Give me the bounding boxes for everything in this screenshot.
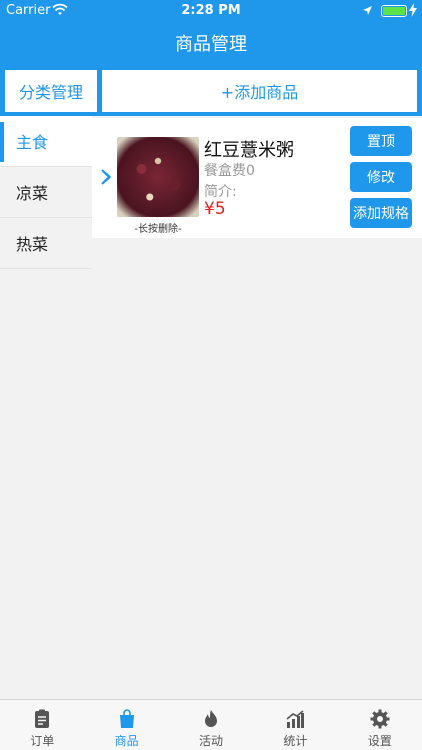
- sidebar-item-staple[interactable]: 主食: [0, 116, 92, 167]
- image-caption: -长按删除-: [134, 224, 182, 235]
- product-description: 简介:: [204, 184, 237, 200]
- product-image[interactable]: [117, 137, 199, 217]
- tab-label: 商品: [114, 734, 139, 748]
- page-title: 商品管理: [175, 34, 247, 55]
- battery-icon: [381, 5, 407, 17]
- category-manage-button[interactable]: 分类管理: [5, 70, 97, 112]
- tab-label: 设置: [367, 734, 392, 748]
- shopping-bag-icon: [119, 709, 134, 728]
- box-fee: 餐盒费0: [204, 163, 255, 179]
- product-name: 红豆薏米粥: [204, 140, 294, 161]
- tab-label: 活动: [199, 734, 224, 748]
- charging-bolt-icon: [409, 3, 417, 17]
- tab-bar: 订单 商品 活动 统计 设置: [0, 699, 422, 750]
- tab-label: 订单: [30, 734, 55, 748]
- product-price: ¥5: [204, 199, 226, 219]
- tab-activities[interactable]: 活动: [169, 700, 253, 750]
- clipboard-icon: [35, 709, 50, 728]
- tab-statistics[interactable]: 统计: [253, 700, 337, 750]
- sidebar-item-cold-dish[interactable]: 凉菜: [0, 167, 92, 218]
- sidebar-item-hot-dish[interactable]: 热菜: [0, 218, 92, 269]
- tab-orders[interactable]: 订单: [0, 700, 84, 750]
- clock: 2:28 PM: [181, 3, 241, 18]
- flame-icon: [205, 710, 218, 727]
- tab-products[interactable]: 商品: [84, 700, 168, 750]
- add-product-button[interactable]: +添加商品: [102, 70, 417, 112]
- category-sidebar: 主食 凉菜 热菜: [0, 116, 92, 269]
- tab-settings[interactable]: 设置: [338, 700, 422, 750]
- status-bar: Carrier 2:28 PM: [0, 0, 422, 22]
- gear-icon: [370, 709, 390, 729]
- top-bar: Carrier 2:28 PM 商品管理 分类管理 +添加商品: [0, 0, 422, 116]
- tab-label: 统计: [283, 734, 308, 748]
- chevron-right-icon[interactable]: [100, 168, 114, 186]
- add-spec-button[interactable]: 添加规格: [350, 198, 412, 228]
- location-arrow-icon: [363, 6, 372, 15]
- pin-top-button[interactable]: 置顶: [350, 126, 412, 156]
- product-card: -长按删除- 红豆薏米粥 餐盒费0 简介: ¥5 置顶 修改 添加规格: [92, 118, 422, 238]
- chart-icon: [286, 710, 305, 728]
- edit-button[interactable]: 修改: [350, 162, 412, 192]
